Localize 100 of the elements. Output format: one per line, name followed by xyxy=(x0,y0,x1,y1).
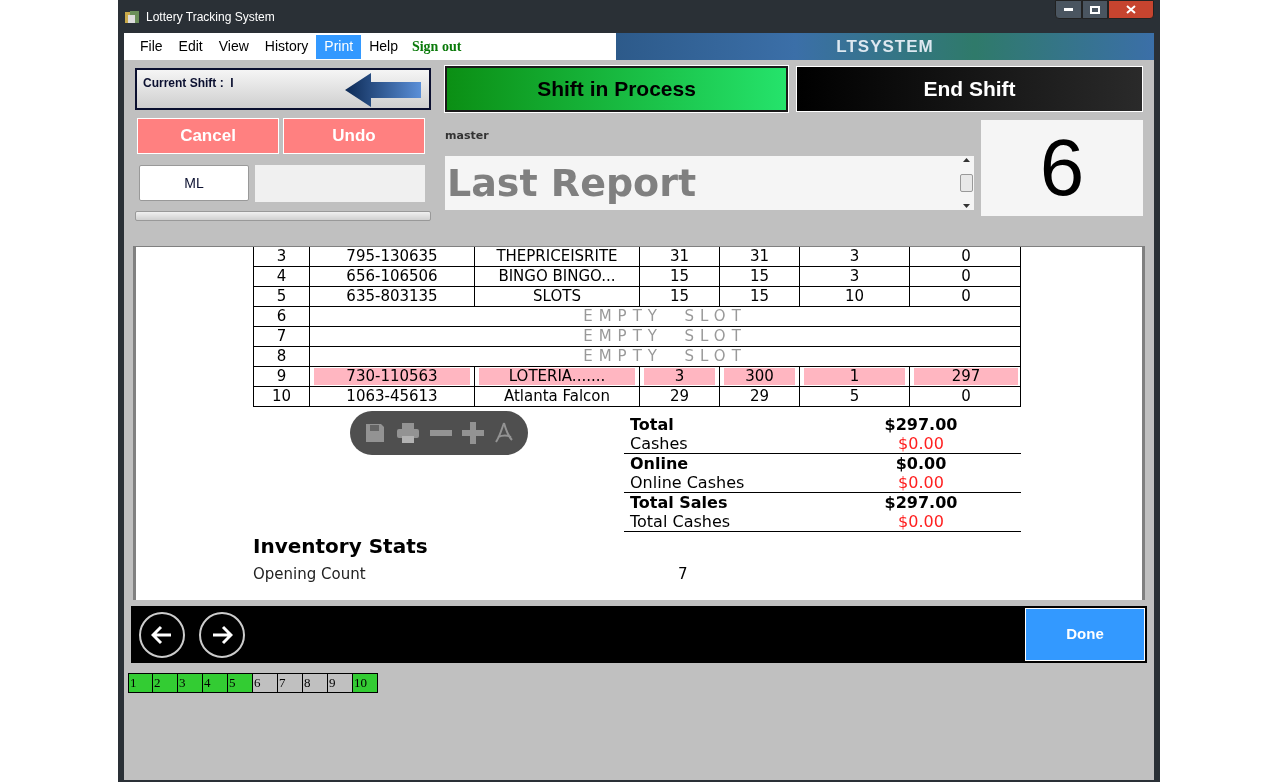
table-cell: 0 xyxy=(961,248,971,265)
report-title: Last Report xyxy=(446,160,698,207)
left-arrow-icon xyxy=(343,71,423,109)
table-cell: 15 xyxy=(749,268,770,285)
print-icon[interactable] xyxy=(395,422,420,444)
stat-label: Opening Count xyxy=(253,565,367,583)
table-cell: 730-110563 xyxy=(314,368,470,385)
table-cell: 5 xyxy=(276,288,287,305)
page-tab[interactable]: 9 xyxy=(328,673,353,693)
table-cell: 1063-45613 xyxy=(346,388,438,405)
table-cell: 6 xyxy=(276,308,287,325)
table-cell: 15 xyxy=(749,288,770,305)
empty-slot-label: EMPTY SLOT xyxy=(583,328,747,345)
page-tab[interactable]: 6 xyxy=(253,673,278,693)
totals-label: Total Cashes xyxy=(629,512,732,531)
page-tab[interactable]: 2 xyxy=(153,673,178,693)
table-cell: 8 xyxy=(276,348,287,365)
close-icon xyxy=(1126,5,1136,14)
table-cell: 31 xyxy=(749,248,770,265)
table-cell: LOTERIA....... xyxy=(479,368,635,385)
page-tab[interactable]: 10 xyxy=(353,673,378,693)
table-cell: 795-130635 xyxy=(346,248,438,265)
page-tab[interactable]: 4 xyxy=(203,673,228,693)
page-tab[interactable]: 8 xyxy=(303,673,328,693)
empty-slot-label: EMPTY SLOT xyxy=(583,308,747,325)
table-cell: 29 xyxy=(749,388,770,405)
menu-item[interactable]: View xyxy=(210,34,257,59)
zoom-out-icon[interactable] xyxy=(429,430,452,436)
table-cell: 1 xyxy=(804,368,905,385)
table-cell: 9 xyxy=(276,368,287,385)
table-cell: 7 xyxy=(276,328,287,345)
window-title: Lottery Tracking System xyxy=(146,8,275,26)
stat-value: 7 xyxy=(678,565,688,583)
banner-title: LTSYSTEM xyxy=(836,35,934,58)
totals-value: $0.00 xyxy=(897,473,945,492)
user-label: master xyxy=(445,128,490,144)
left-arrow-icon xyxy=(151,624,173,645)
table-cell: 635-803135 xyxy=(346,288,438,305)
end-shift-button[interactable]: End Shift xyxy=(796,66,1143,112)
menu-item[interactable]: File xyxy=(132,34,171,59)
page-tab[interactable]: 3 xyxy=(178,673,203,693)
counter-value: 6 xyxy=(1039,123,1085,213)
table-cell: 31 xyxy=(669,248,690,265)
table-cell: 3 xyxy=(276,248,287,265)
minimize-icon xyxy=(1064,8,1073,11)
pdf-icon[interactable] xyxy=(493,422,514,444)
close-button[interactable] xyxy=(1108,0,1154,19)
table-cell: 29 xyxy=(669,388,690,405)
table-cell: 15 xyxy=(669,268,690,285)
totals-label: Cashes xyxy=(629,434,689,453)
menu-item[interactable]: Edit xyxy=(170,34,211,59)
table-cell: THEPRICEISRITE xyxy=(496,248,618,265)
app-icon xyxy=(124,8,140,25)
down-arrow-icon xyxy=(962,204,970,208)
sign-out-link[interactable]: Sign out xyxy=(411,36,462,57)
shift-status-text: Shift in Process xyxy=(537,76,696,103)
totals-label: Online xyxy=(629,454,690,473)
report-field[interactable]: Last Report xyxy=(445,156,974,210)
table-cell: 0 xyxy=(961,388,971,405)
menu-item[interactable]: Help xyxy=(361,34,406,59)
ml-button[interactable]: ML xyxy=(139,165,249,201)
table-cell: BINGO BINGO... xyxy=(498,268,616,285)
table-cell: 0 xyxy=(961,288,971,305)
page-tab[interactable]: 5 xyxy=(228,673,253,693)
totals-value: $0.00 xyxy=(897,434,945,453)
table-cell: 10 xyxy=(271,388,292,405)
totals-label: Online Cashes xyxy=(629,473,746,492)
table-cell: 300 xyxy=(724,368,795,385)
right-arrow-icon xyxy=(211,624,233,645)
current-shift-label: Current Shift : I xyxy=(143,75,234,92)
forward-button[interactable] xyxy=(199,611,245,658)
table-cell: 15 xyxy=(669,288,690,305)
totals-value: $297.00 xyxy=(883,415,959,434)
menu-item[interactable]: History xyxy=(256,34,317,59)
table-cell: 10 xyxy=(844,288,865,305)
input-field[interactable] xyxy=(255,165,425,202)
totals-value: $0.00 xyxy=(897,512,945,531)
table-cell: 0 xyxy=(961,268,971,285)
page-tab[interactable]: 7 xyxy=(278,673,303,693)
page-tab[interactable]: 1 xyxy=(128,673,153,693)
maximize-icon xyxy=(1090,5,1100,14)
section-heading: Inventory Stats xyxy=(253,533,428,559)
maximize-button[interactable] xyxy=(1082,0,1108,19)
totals-label: Total xyxy=(629,415,675,434)
totals-value: $297.00 xyxy=(883,493,959,512)
table-cell: SLOTS xyxy=(533,288,581,305)
totals-value: $0.00 xyxy=(894,454,948,473)
table-cell: 3 xyxy=(849,248,860,265)
totals-label: Total Sales xyxy=(629,493,729,512)
scrollbar[interactable] xyxy=(958,156,974,210)
back-button[interactable] xyxy=(139,611,185,658)
save-icon[interactable] xyxy=(363,422,386,444)
table-cell: 656-106506 xyxy=(346,268,438,285)
table-cell: 3 xyxy=(849,268,860,285)
minimize-button[interactable] xyxy=(1055,0,1082,19)
up-arrow-icon xyxy=(962,158,970,162)
zoom-in-icon[interactable] xyxy=(461,422,484,444)
table-cell: 5 xyxy=(849,388,860,405)
scroll-thumb[interactable] xyxy=(959,174,973,192)
table-cell: 3 xyxy=(644,368,715,385)
